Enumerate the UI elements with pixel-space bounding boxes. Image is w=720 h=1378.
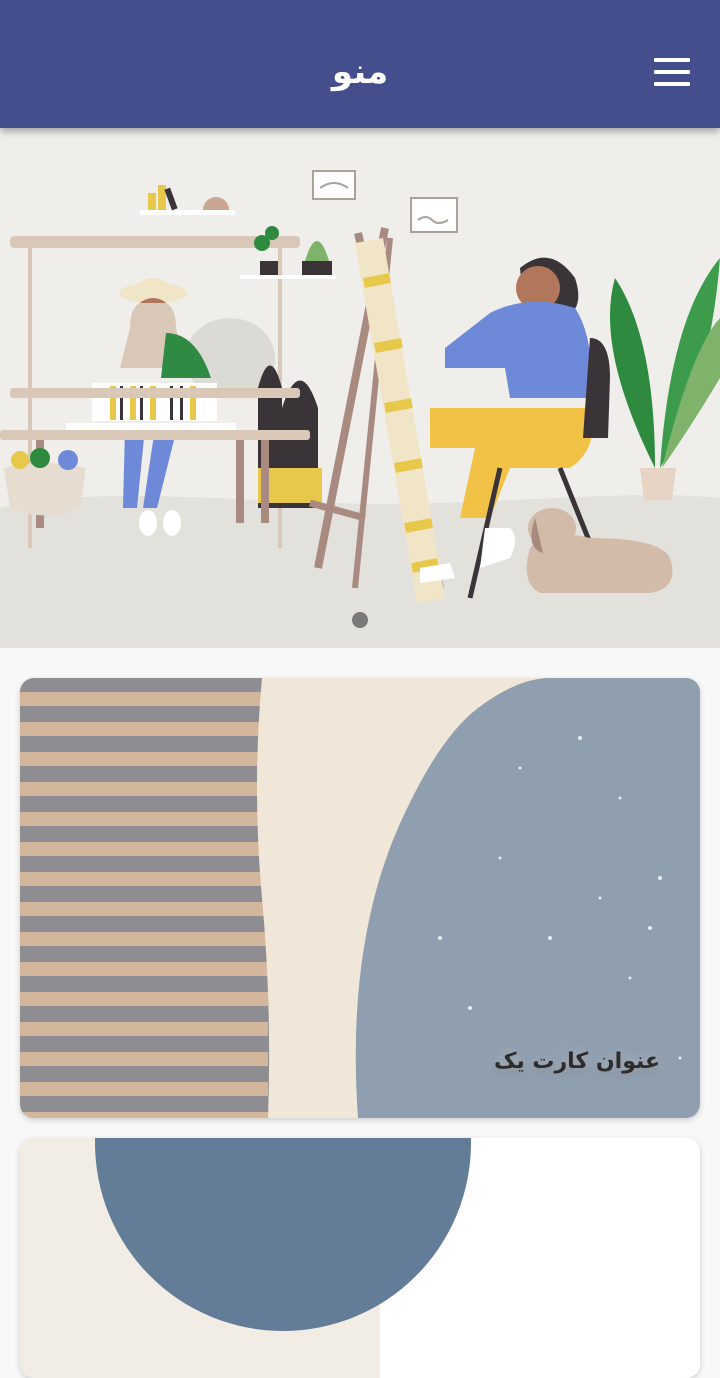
app-bar: منو <box>0 0 720 128</box>
card[interactable]: عنوان کارت یک <box>20 678 700 1118</box>
hamburger-menu-icon[interactable] <box>654 58 690 86</box>
card-image <box>20 1138 700 1378</box>
menu-line <box>654 58 690 62</box>
page-title: منو <box>331 52 389 92</box>
card[interactable] <box>20 1138 700 1378</box>
menu-line <box>654 82 690 86</box>
carousel-dot[interactable] <box>352 612 368 628</box>
menu-line <box>654 70 690 74</box>
carousel-illustration <box>0 170 720 648</box>
card-title: عنوان کارت یک <box>493 1049 660 1074</box>
image-carousel[interactable] <box>0 128 720 648</box>
